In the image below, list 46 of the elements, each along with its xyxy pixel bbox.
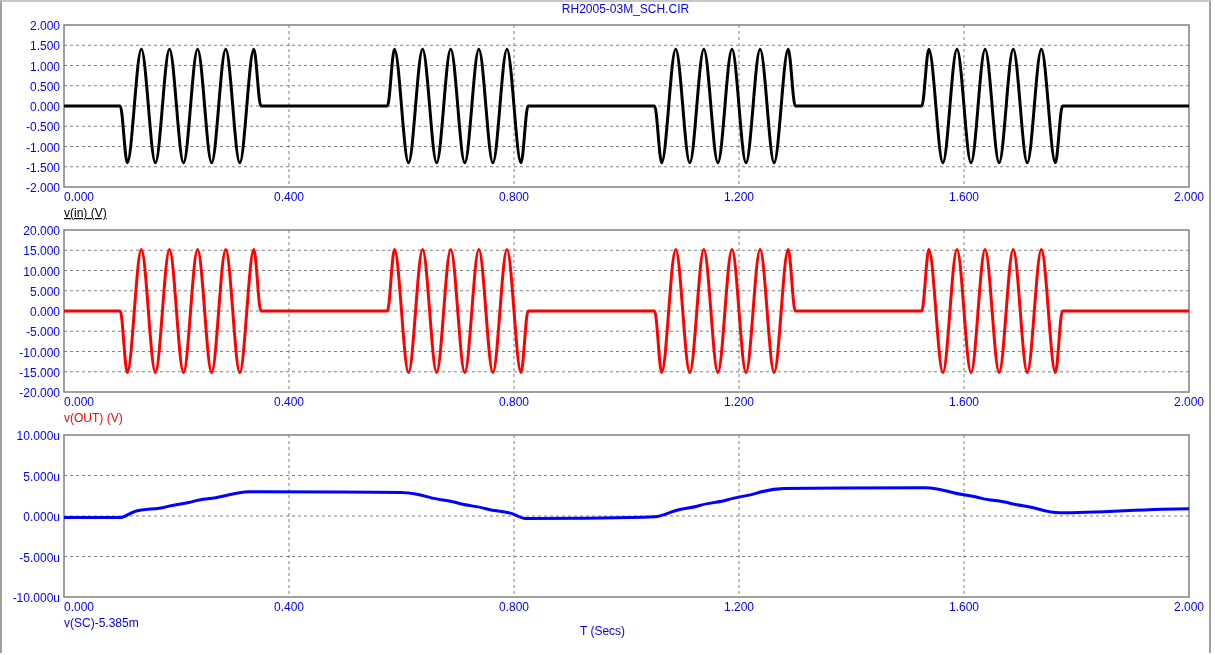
y-tick-label: 10.000 xyxy=(23,264,60,279)
x-tick-label: 1.600 xyxy=(949,190,979,204)
y-tick-label: -5.000u xyxy=(19,550,60,565)
y-tick-label: 5.000u xyxy=(23,469,60,484)
y-tick-label: 20.000 xyxy=(23,224,60,238)
y-tick-label: 0.000u xyxy=(23,510,60,524)
y-tick-label: 5.000 xyxy=(29,284,60,299)
y-tick-label: 1.000 xyxy=(29,59,60,74)
x-tick-label: 0.000 xyxy=(64,395,95,409)
x-tick-label: 0.800 xyxy=(499,190,529,204)
y-tick-label: -5.000 xyxy=(25,325,60,340)
x-tick-label: 1.600 xyxy=(949,600,979,614)
y-tick-label: -20.000 xyxy=(19,386,60,400)
x-tick-label: 2.000 xyxy=(1174,395,1204,409)
y-tick-label: -10.000u xyxy=(12,591,60,605)
y-tick-label: -15.000 xyxy=(19,365,60,380)
x-axis-label: T (Secs) xyxy=(579,624,626,638)
y-tick-label: -10.000 xyxy=(19,345,60,360)
x-tick-label: 0.800 xyxy=(499,395,529,409)
x-tick-label: 0.000 xyxy=(64,600,95,614)
x-tick-label: 2.000 xyxy=(1174,600,1204,614)
y-tick-label: 1.500 xyxy=(29,39,60,54)
y-tick-label: 0.000 xyxy=(29,100,60,114)
y-tick-label: 0.000 xyxy=(29,305,60,319)
x-tick-label: 2.000 xyxy=(1174,190,1204,204)
x-tick-label: 1.200 xyxy=(724,395,754,409)
x-tick-label: 0.000 xyxy=(64,190,95,204)
y-tick-label: 15.000 xyxy=(23,244,60,259)
trace-label[interactable]: v(in) (V) xyxy=(64,206,107,220)
y-tick-label: -1.000 xyxy=(25,140,60,155)
y-tick-label: -1.500 xyxy=(25,160,60,175)
y-tick-label: 0.500 xyxy=(29,79,60,94)
x-tick-label: 1.600 xyxy=(949,395,979,409)
trace-label[interactable]: v(SC)-5.385m xyxy=(64,616,139,630)
y-tick-label: 2.000 xyxy=(29,19,60,33)
y-tick-label: 10.000u xyxy=(16,429,60,443)
x-tick-label: 0.400 xyxy=(274,190,304,204)
x-tick-label: 0.400 xyxy=(274,600,304,614)
trace-label[interactable]: v(OUT) (V) xyxy=(64,411,123,425)
y-tick-label: -0.500 xyxy=(25,120,60,135)
x-tick-label: 1.200 xyxy=(724,600,754,614)
x-tick-label: 0.800 xyxy=(499,600,529,614)
plot-title: RH2005-03M_SCH.CIR xyxy=(560,2,691,17)
y-tick-label: -2.000 xyxy=(25,181,60,195)
x-tick-label: 1.200 xyxy=(724,190,754,204)
x-tick-label: 0.400 xyxy=(274,395,304,409)
